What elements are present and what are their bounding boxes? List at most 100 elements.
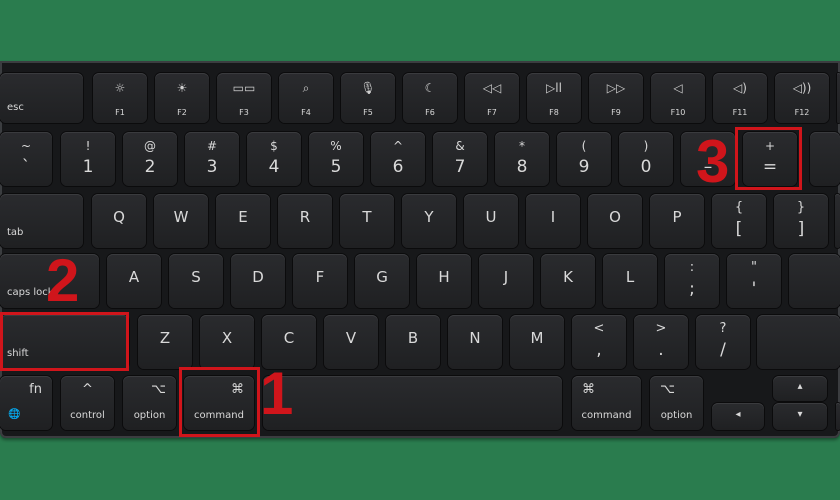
key-label: P (672, 208, 682, 226)
key-symbol[interactable]: {[ (712, 194, 766, 248)
key-label: 6 (392, 157, 404, 177)
key-9[interactable]: (9 (557, 132, 611, 186)
key-label: L (625, 268, 635, 286)
key-label: F10 (670, 108, 686, 117)
key-label: Q (113, 208, 125, 226)
key-shift-symbol: ^ (392, 139, 404, 153)
key-f1[interactable]: ☼ F1 (93, 73, 147, 123)
key-a[interactable]: A (107, 254, 161, 308)
key-y[interactable]: Y (402, 194, 456, 248)
key-m[interactable]: M (510, 315, 564, 369)
key-label: R (299, 208, 311, 226)
key-6[interactable]: ^ 6 (371, 132, 425, 186)
key-command-right[interactable]: ⌘ command (572, 376, 641, 430)
key-f6[interactable]: ☾ F6 (403, 73, 457, 123)
key-label: F7 (487, 108, 497, 117)
key-i[interactable]: I (526, 194, 580, 248)
key-g[interactable]: G (355, 254, 409, 308)
key-h[interactable]: H (417, 254, 471, 308)
key-l[interactable]: L (603, 254, 657, 308)
key-symbol[interactable]: >. (634, 315, 688, 369)
key-5[interactable]: % 5 (309, 132, 363, 186)
key-label: F8 (549, 108, 559, 117)
key-symbol[interactable]: ~ ` (0, 132, 52, 186)
key-label: O (609, 208, 621, 226)
key-k[interactable]: K (541, 254, 595, 308)
key-symbol[interactable]: <, (572, 315, 626, 369)
key-arrow-up[interactable]: ▴ (773, 376, 827, 401)
key-f7[interactable]: ◁◁ F7 (465, 73, 519, 123)
search-icon: ⌕ (302, 81, 310, 95)
key-0[interactable]: ) 0 (619, 132, 673, 186)
rewind-icon: ◁◁ (482, 81, 502, 95)
key-label: 0 (640, 157, 652, 177)
key-label: / (720, 340, 726, 360)
key-o[interactable]: O (588, 194, 642, 248)
key-x[interactable]: X (200, 315, 254, 369)
key-u[interactable]: U (464, 194, 518, 248)
key-label: command (581, 410, 632, 421)
key-shift-symbol: { (734, 200, 744, 215)
key-label: . (658, 340, 664, 360)
key-3[interactable]: #3 (185, 132, 239, 186)
key-label: 1 (82, 157, 94, 177)
key-n[interactable]: N (448, 315, 502, 369)
key-option-right[interactable]: ⌥ option (650, 376, 703, 430)
key-label: 2 (144, 157, 156, 177)
key-w[interactable]: W (154, 194, 208, 248)
key-8[interactable]: * 8 (495, 132, 549, 186)
key-arrow-down[interactable]: ▾ (773, 403, 827, 430)
volume-down-icon: ◁) (733, 81, 747, 95)
key-r[interactable]: R (278, 194, 332, 248)
key-label: B (407, 329, 419, 347)
key-f[interactable]: F (293, 254, 347, 308)
key-1[interactable]: ! 1 (61, 132, 115, 186)
key-f4[interactable]: ⌕ F4 (279, 73, 333, 123)
key-esc[interactable]: esc (0, 73, 83, 123)
key-d[interactable]: D (231, 254, 285, 308)
key-label: 4 (268, 157, 280, 177)
key-label: F6 (425, 108, 435, 117)
key-f10[interactable]: ◁ F10 (651, 73, 705, 123)
annotation-number-3: 3 (696, 128, 730, 195)
key-symbol[interactable]: ? / (696, 315, 750, 369)
key-v[interactable]: V (324, 315, 378, 369)
key-label: G (376, 268, 388, 286)
key-blank[interactable] (810, 132, 840, 186)
key-2[interactable]: @2 (123, 132, 177, 186)
key-7[interactable]: & 7 (433, 132, 487, 186)
key-symbol[interactable]: " ' (727, 254, 781, 308)
key-symbol[interactable]: }] (774, 194, 828, 248)
key-f8[interactable]: ▷ll F8 (527, 73, 581, 123)
key-shift-symbol: # (206, 139, 218, 153)
key-tab[interactable]: tab (0, 194, 83, 248)
key-f9[interactable]: ▷▷ F9 (589, 73, 643, 123)
key-blank[interactable] (835, 194, 840, 248)
key-option[interactable]: ⌥ option (123, 376, 176, 430)
key-blank[interactable] (789, 254, 840, 308)
play-pause-icon: ▷ll (546, 81, 562, 95)
key-f5[interactable]: 🎙 F5 (341, 73, 395, 123)
key-e[interactable]: E (216, 194, 270, 248)
key-f3[interactable]: ▭▭ F3 (217, 73, 271, 123)
key-t[interactable]: T (340, 194, 394, 248)
key-q[interactable]: Q (92, 194, 146, 248)
key-z[interactable]: Z (138, 315, 192, 369)
key-s[interactable]: S (169, 254, 223, 308)
key-blank[interactable] (757, 315, 840, 369)
key-arrow-left[interactable]: ◂ (712, 403, 764, 430)
key-4[interactable]: $4 (247, 132, 301, 186)
key-arrow-right[interactable] (836, 403, 840, 430)
key-p[interactable]: P (650, 194, 704, 248)
key-control[interactable]: ^ control (61, 376, 114, 430)
key-fn[interactable]: fn 🌐 (0, 376, 52, 430)
key-f11[interactable]: ◁) F11 (713, 73, 767, 123)
key-j[interactable]: J (479, 254, 533, 308)
key-symbol[interactable]: :; (665, 254, 719, 308)
arrow-icon: ▾ (797, 408, 803, 420)
key-f2[interactable]: ☀ F2 (155, 73, 209, 123)
key-b[interactable]: B (386, 315, 440, 369)
key-space[interactable] (263, 376, 562, 430)
key-label: F9 (611, 108, 621, 117)
key-f12[interactable]: ◁)) F12 (775, 73, 829, 123)
